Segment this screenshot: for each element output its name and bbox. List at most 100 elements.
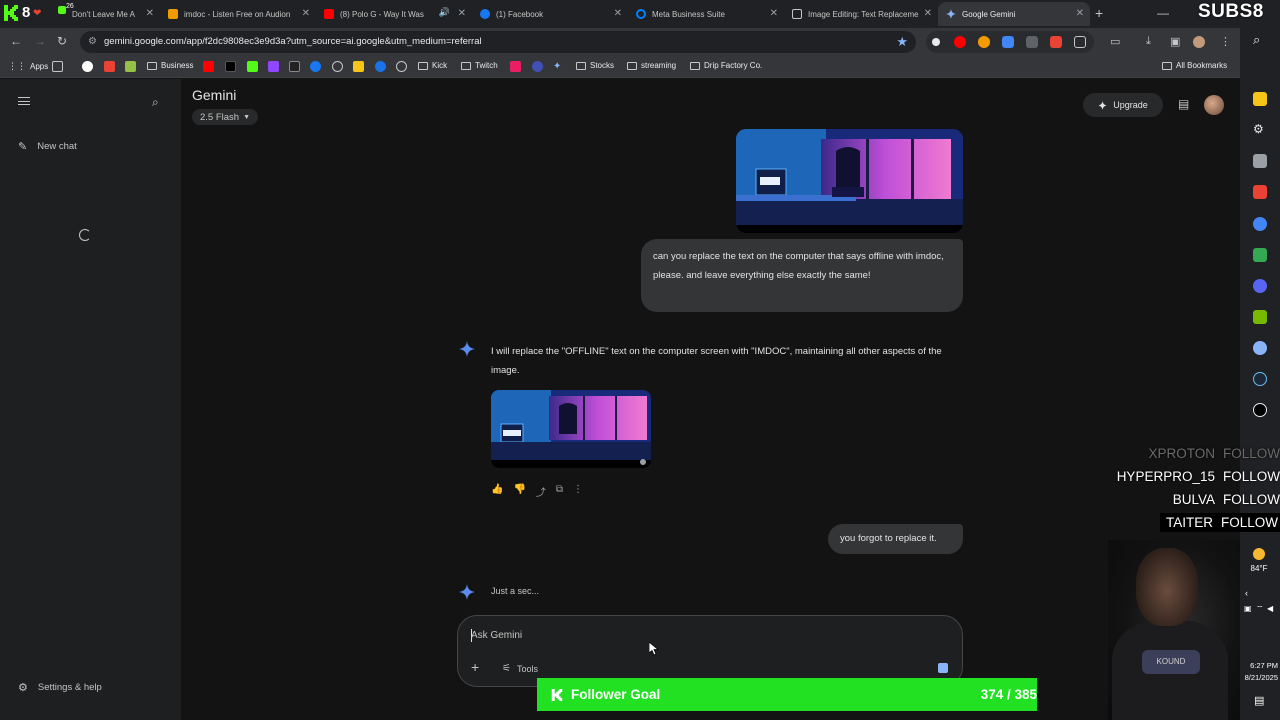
steam-icon[interactable] [1253,372,1267,386]
generated-image[interactable] [491,390,651,468]
left-nav: ⌕ ✎ New chat ⚙ Settings & help [0,79,181,720]
extension-icon[interactable] [954,36,966,48]
reload-icon[interactable]: ↻ [57,34,67,48]
close-icon[interactable]: ✕ [770,8,778,20]
bookmark-drip-factory[interactable]: Drip Factory Co. [690,61,762,70]
extension-icon[interactable] [978,36,990,48]
close-icon[interactable]: ✕ [146,8,154,20]
obs-icon[interactable] [1253,403,1267,417]
puzzle-icon[interactable] [1074,36,1086,48]
bookmark-twitch[interactable]: Twitch [461,61,498,70]
copy-icon[interactable]: ⧉ [556,484,563,499]
tab-google-gemini[interactable]: Google Gemini ✕ [938,2,1090,26]
facebook-icon[interactable] [310,61,321,72]
search-icon[interactable]: ⌕ [152,95,159,110]
url-text: gemini.google.com/app/f2dc9808ec3e9d3a?u… [104,36,482,47]
gemini-icon[interactable]: ✦ [553,61,564,72]
close-icon[interactable]: ✕ [614,8,622,20]
taskbar-clock[interactable]: 6:27 PM 8/21/2025 [1240,660,1280,684]
uploaded-image[interactable] [736,129,963,233]
bookmark-streaming[interactable]: streaming [627,61,676,70]
nvidia-icon[interactable] [1253,310,1267,324]
google-icon[interactable] [82,61,93,72]
bookmark-stocks[interactable]: Stocks [576,61,614,70]
weather-widget[interactable]: 84°F [1248,548,1270,573]
more-menu-icon[interactable]: ⋮ [1220,35,1231,48]
prompt-input[interactable]: Ask Gemini + ⚟ Tools [457,615,963,687]
tab-facebook[interactable]: (1) Facebook ✕ [472,2,628,26]
kick-icon[interactable] [247,61,258,72]
bookmark-star-icon[interactable]: ★ [896,34,908,50]
menu-icon[interactable] [18,97,30,105]
sidebar-app-icon[interactable] [1253,248,1267,262]
close-icon[interactable]: ✕ [924,8,932,20]
speaker-icon[interactable]: 🔊 [439,7,450,18]
extension-icon[interactable] [1026,36,1038,48]
bookmark-business[interactable]: Business [147,61,193,70]
chrome-icon[interactable] [1253,217,1267,231]
share-icon[interactable]: ⤴ [536,484,546,499]
model-selector[interactable]: 2.5 Flash ▼ [192,109,259,125]
bookmark-kick[interactable]: Kick [418,61,447,70]
profile-avatar[interactable] [1193,36,1205,48]
bookmark-icon[interactable] [510,61,521,72]
shopify-icon[interactable] [125,61,136,72]
user-avatar[interactable] [1204,95,1224,115]
archive-icon[interactable]: ▤ [1178,97,1189,111]
bookmark-all[interactable]: All Bookmarks [1162,61,1227,70]
sidebar-app-icon[interactable] [1253,185,1267,199]
thumbs-up-icon[interactable]: 👍 [491,484,503,499]
stop-generation-button[interactable] [938,663,948,673]
download-icon[interactable]: ⤓ [1146,35,1151,48]
address-bar[interactable]: ⚙ gemini.google.com/app/f2dc9808ec3e9d3a… [80,31,916,53]
upgrade-button[interactable]: Upgrade [1083,93,1163,117]
tools-button[interactable]: ⚟ Tools [502,663,538,674]
sidebar-app-icon[interactable] [1253,154,1267,168]
youtube-icon[interactable] [203,61,214,72]
sidebar-app-icon[interactable] [1253,92,1267,106]
wifi-icon[interactable]: ⌔ [1256,604,1264,614]
volume-icon[interactable]: ◀ [1267,604,1273,613]
close-icon[interactable]: ✕ [302,8,310,20]
bookmark-label: Twitch [475,61,498,70]
thumbs-down-icon[interactable]: 👎 [513,484,525,499]
notification-icon[interactable]: ▤ [1254,694,1264,707]
gmail-icon[interactable] [104,61,115,72]
tab-meta[interactable]: Meta Business Suite ✕ [628,2,784,26]
extension-icon[interactable] [932,38,940,46]
chevron-left-icon[interactable]: ‹ [1245,588,1248,598]
new-tab-icon[interactable]: + [1095,5,1103,21]
tab-image-editing[interactable]: Image Editing: Text Replaceme ✕ [784,2,938,26]
more-options-icon[interactable]: ⋮ [573,484,583,499]
bookmark-icon[interactable] [532,61,543,72]
grid-icon[interactable] [52,61,63,72]
extension-icon[interactable] [1002,36,1014,48]
bookmark-icon[interactable] [353,61,364,72]
add-attachment-icon[interactable]: + [471,659,479,675]
extension-icon[interactable] [289,61,300,72]
close-icon[interactable]: ✕ [1076,8,1084,20]
history-icon[interactable]: ▣ [1170,35,1180,48]
twitch-icon[interactable] [268,61,279,72]
minimize-icon[interactable]: — [1157,6,1169,20]
sidebar-app-icon[interactable] [1253,341,1267,355]
back-icon[interactable]: ← [10,34,22,48]
new-chat-button[interactable]: ✎ New chat [18,140,77,153]
site-info-icon[interactable]: ⚙ [88,36,97,47]
forward-icon[interactable]: → [34,34,46,48]
globe-icon[interactable] [396,61,407,72]
close-icon[interactable]: ✕ [458,8,466,20]
search-icon[interactable]: ⌕ [1253,32,1267,47]
x-icon[interactable] [225,61,236,72]
settings-help-button[interactable]: ⚙ Settings & help [18,681,102,694]
tab-youtube[interactable]: (8) Polo G - Way It Was (Of 🔊 ✕ [316,2,472,26]
gear-icon[interactable]: ⚙ [1253,122,1267,136]
threads-icon[interactable] [332,61,343,72]
extension-icon[interactable] [1050,36,1062,48]
bookmark-apps[interactable]: ⋮⋮ Apps [8,61,48,72]
bookmark-icon[interactable] [375,61,386,72]
discord-icon[interactable] [1253,279,1267,293]
cast-icon[interactable]: ▭ [1110,35,1120,48]
tab-audible[interactable]: imdoc - Listen Free on Audion ✕ [160,2,316,26]
tray-icon[interactable]: ▣ [1244,604,1252,613]
